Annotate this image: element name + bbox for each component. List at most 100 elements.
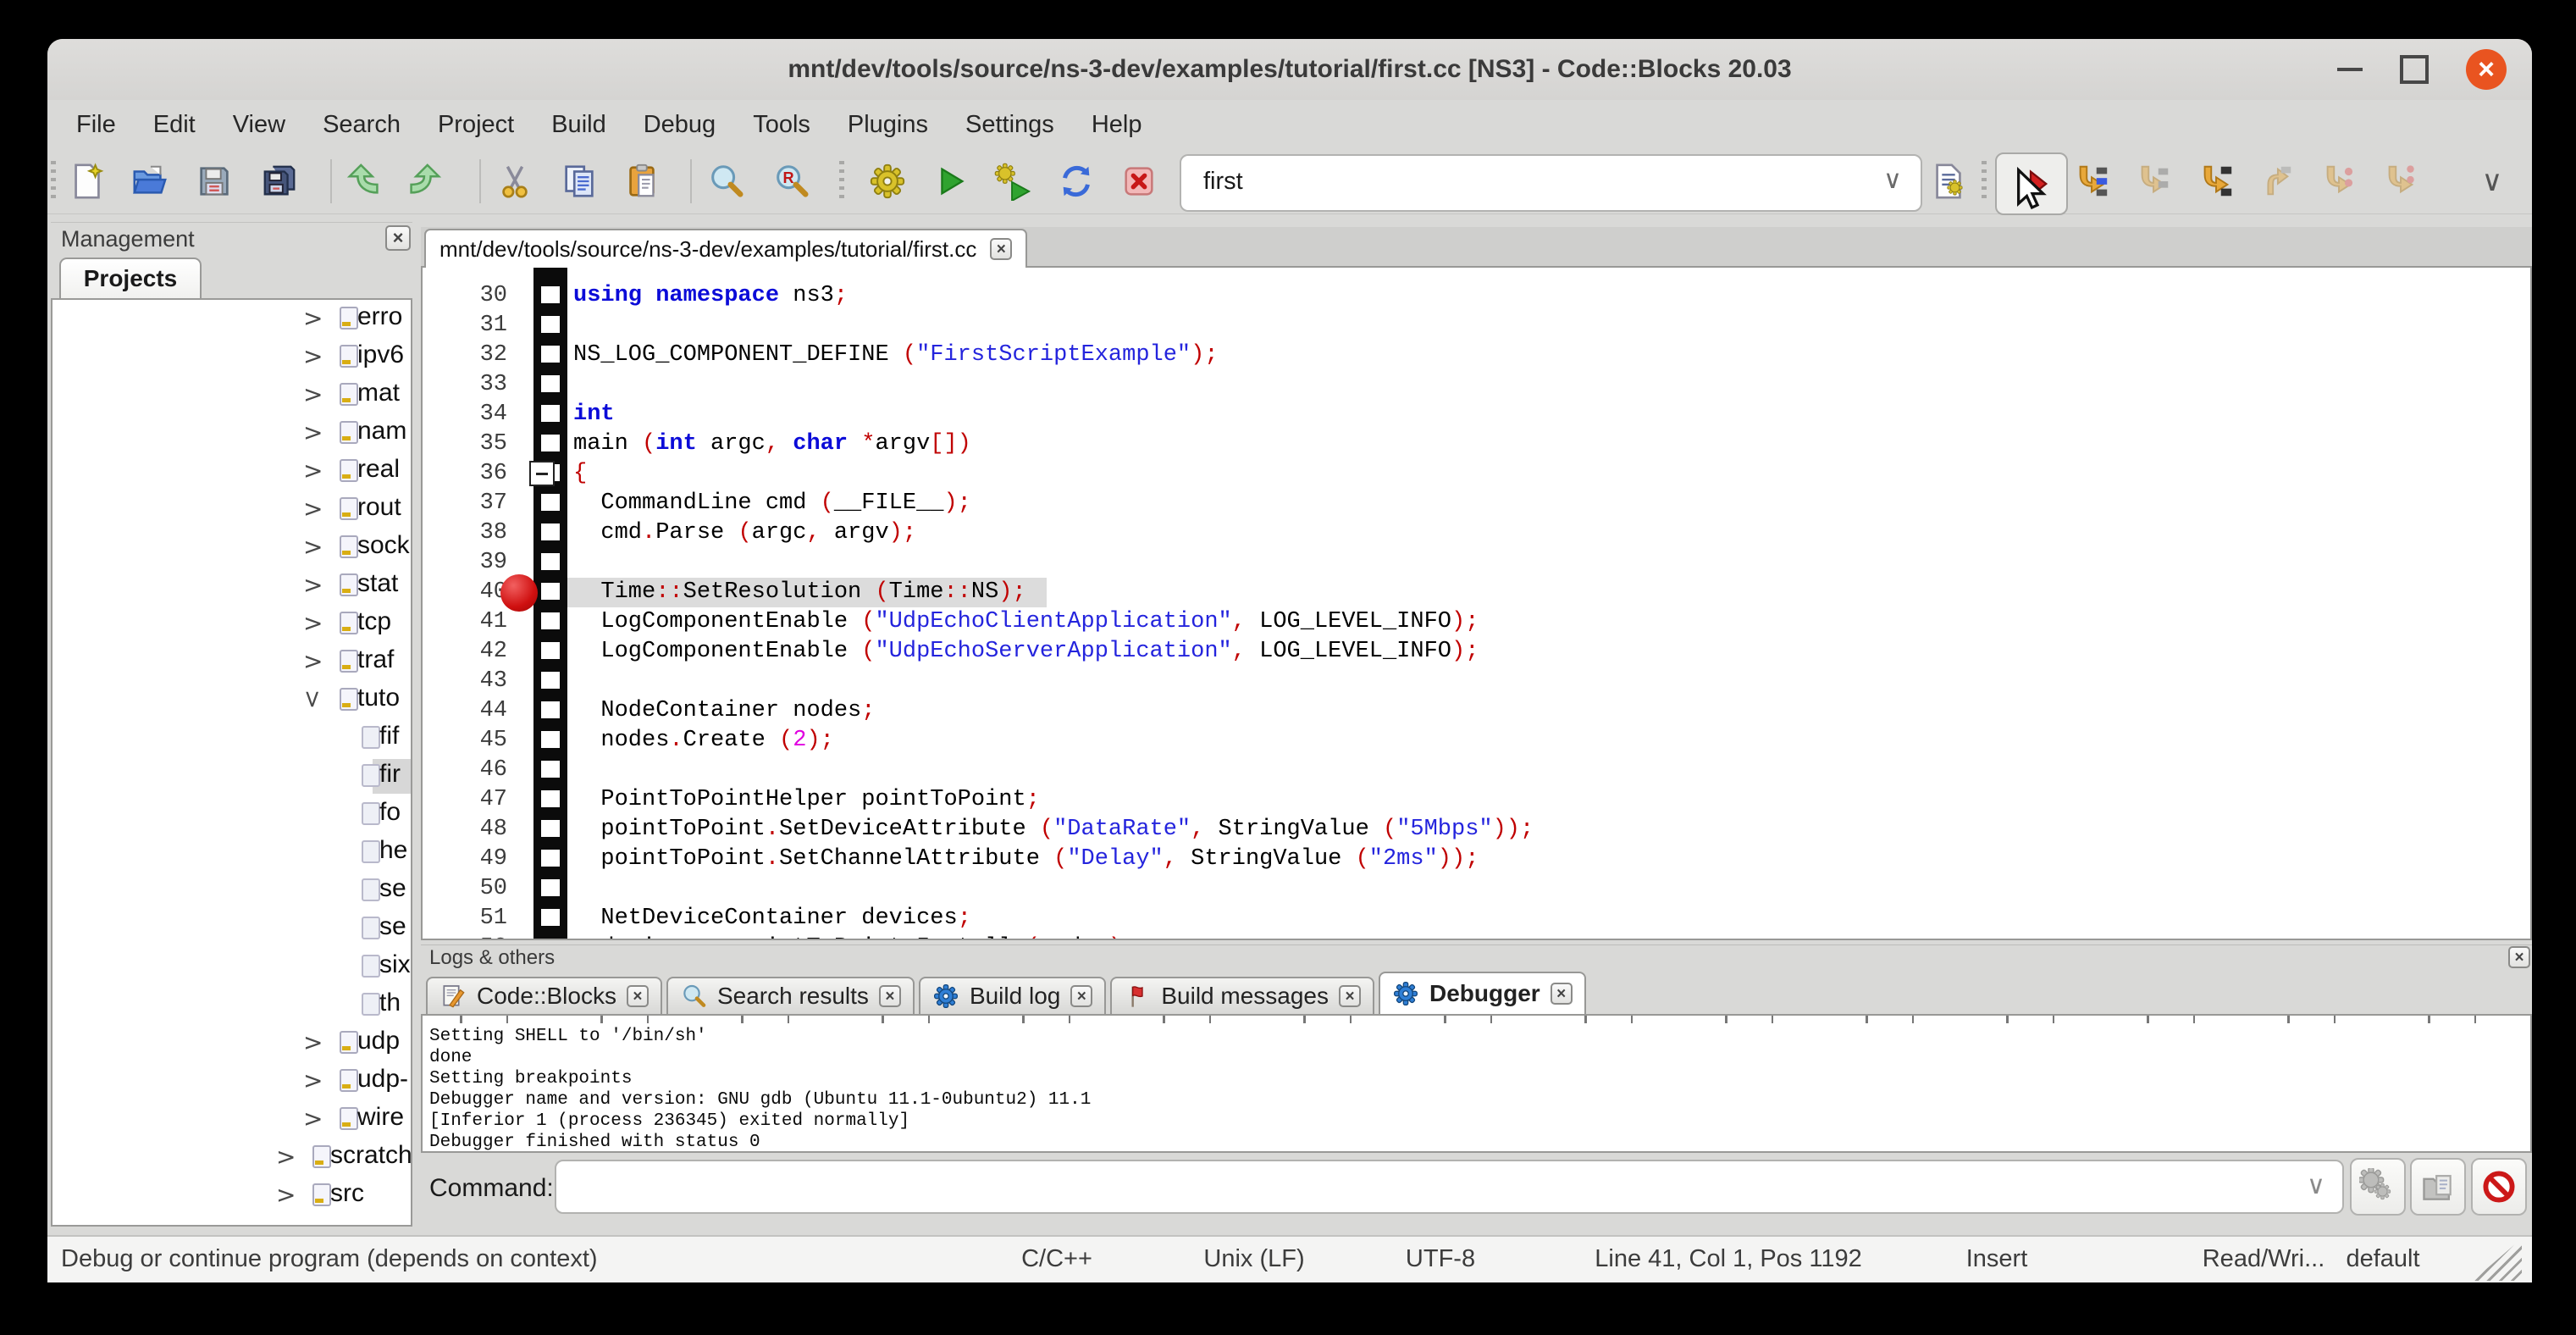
run-to-cursor-button[interactable]: [2068, 156, 2115, 207]
copy-log-button[interactable]: [2410, 1158, 2466, 1216]
line-number[interactable]: 39: [431, 548, 507, 578]
log-tab-close-button[interactable]: ×: [627, 985, 649, 1007]
breakpoint-marker[interactable]: [500, 574, 538, 612]
chevron-collapsed-icon[interactable]: >: [303, 380, 323, 408]
tree-item-traf[interactable]: >traf: [53, 643, 411, 681]
abort-button[interactable]: [1115, 156, 1163, 207]
step-into-button[interactable]: [2192, 156, 2240, 207]
fold-collapse-icon[interactable]: [529, 461, 555, 486]
line-number[interactable]: 34: [431, 400, 507, 429]
tree-item-stat[interactable]: >stat: [53, 567, 411, 605]
menu-build[interactable]: Build: [533, 108, 625, 142]
chevron-collapsed-icon[interactable]: >: [276, 1181, 296, 1209]
log-tab-build-log[interactable]: Build log×: [919, 977, 1106, 1014]
tree-item-mat[interactable]: >mat: [53, 376, 411, 414]
fold-margin[interactable]: [533, 268, 567, 939]
chevron-collapsed-icon[interactable]: >: [303, 533, 323, 561]
toolbar-overflow-button[interactable]: ∨: [2468, 156, 2516, 207]
code-line-30[interactable]: using namespace ns3;: [573, 281, 848, 311]
code-line-38[interactable]: cmd.Parse (argc, argv);: [573, 518, 916, 548]
line-number[interactable]: 49: [431, 845, 507, 874]
code-line-42[interactable]: LogComponentEnable ("UdpEchoServerApplic…: [573, 637, 1479, 667]
line-number[interactable]: 38: [431, 518, 507, 548]
code-area[interactable]: 30using namespace ns3;3132NS_LOG_COMPONE…: [421, 266, 2532, 940]
chevron-collapsed-icon[interactable]: >: [303, 647, 323, 675]
tree-item-src[interactable]: >src: [53, 1177, 411, 1215]
chevron-collapsed-icon[interactable]: >: [303, 418, 323, 446]
line-number[interactable]: 35: [431, 429, 507, 459]
log-tab-debugger[interactable]: Debugger×: [1379, 972, 1586, 1014]
code-line-36[interactable]: {: [573, 459, 587, 489]
open-file-button[interactable]: [125, 156, 173, 207]
line-number[interactable]: 36: [431, 459, 507, 489]
tree-item-fif[interactable]: fif: [53, 719, 411, 757]
tree-item-udp-[interactable]: >udp-: [53, 1062, 411, 1100]
stop-debugger-button[interactable]: [2471, 1158, 2527, 1216]
tree-item-wire[interactable]: >wire: [53, 1100, 411, 1138]
menu-tools[interactable]: Tools: [734, 108, 829, 142]
code-line-35[interactable]: main (int argc, char *argv[]): [573, 429, 971, 459]
menu-view[interactable]: View: [214, 108, 304, 142]
code-line-49[interactable]: pointToPoint.SetChannelAttribute ("Delay…: [573, 845, 1479, 874]
tree-item-ipv6[interactable]: >ipv6: [53, 338, 411, 376]
tree-item-sock[interactable]: >sock: [53, 529, 411, 567]
chevron-collapsed-icon[interactable]: >: [303, 1028, 323, 1056]
tree-item-six[interactable]: six: [53, 948, 411, 986]
chevron-collapsed-icon[interactable]: >: [303, 571, 323, 599]
menu-project[interactable]: Project: [419, 108, 533, 142]
code-line-45[interactable]: nodes.Create (2);: [573, 726, 834, 756]
line-number[interactable]: 47: [431, 785, 507, 815]
line-number[interactable]: 51: [431, 904, 507, 933]
tree-item-scratch[interactable]: >scratch: [53, 1138, 411, 1177]
line-number[interactable]: 52: [431, 933, 507, 940]
line-number[interactable]: 46: [431, 756, 507, 785]
next-line-button[interactable]: [2130, 156, 2177, 207]
build-button[interactable]: [864, 156, 911, 207]
tree-item-nam[interactable]: >nam: [53, 414, 411, 452]
debug-continue-button[interactable]: [1995, 152, 2068, 215]
log-tab-close-button[interactable]: ×: [1339, 985, 1361, 1007]
minimize-button[interactable]: [2337, 68, 2363, 71]
toolbar-grip[interactable]: [1982, 161, 1987, 202]
tree-item-se[interactable]: se: [53, 872, 411, 910]
resize-grip[interactable]: [2473, 1238, 2522, 1281]
line-number[interactable]: 37: [431, 489, 507, 518]
line-number[interactable]: 45: [431, 726, 507, 756]
chevron-collapsed-icon[interactable]: >: [276, 1143, 296, 1171]
log-tab-close-button[interactable]: ×: [1070, 985, 1092, 1007]
code-line-37[interactable]: CommandLine cmd (__FILE__);: [573, 489, 971, 518]
code-line-32[interactable]: NS_LOG_COMPONENT_DEFINE ("FirstScriptExa…: [573, 341, 1219, 370]
code-line-34[interactable]: int: [573, 400, 615, 429]
line-number[interactable]: 43: [431, 667, 507, 696]
line-number[interactable]: 40: [431, 578, 507, 607]
line-number[interactable]: 50: [431, 874, 507, 904]
tree-item-th[interactable]: th: [53, 986, 411, 1024]
code-line-40[interactable]: Time::SetResolution (Time::NS);: [573, 578, 1026, 607]
build-target-options-button[interactable]: [1925, 156, 1972, 207]
code-line-52[interactable]: devices = pointToPoint.Install (nodes);: [573, 933, 1136, 940]
tree-item-se[interactable]: se: [53, 910, 411, 948]
editor-tab[interactable]: mnt/dev/tools/source/ns-3-dev/examples/t…: [424, 229, 1027, 268]
menu-help[interactable]: Help: [1073, 108, 1161, 142]
tree-item-he[interactable]: he: [53, 834, 411, 872]
menu-debug[interactable]: Debug: [625, 108, 734, 142]
save-file-button[interactable]: [191, 156, 238, 207]
find-button[interactable]: [702, 156, 749, 207]
toolbar-grip[interactable]: [51, 161, 56, 202]
undo-button[interactable]: [342, 156, 390, 207]
management-close-button[interactable]: ×: [385, 225, 411, 251]
menu-settings[interactable]: Settings: [947, 108, 1073, 142]
log-tab-close-button[interactable]: ×: [1551, 983, 1573, 1005]
logs-close-button[interactable]: ×: [2508, 946, 2530, 968]
chevron-collapsed-icon[interactable]: >: [303, 304, 323, 332]
command-input[interactable]: ∨: [555, 1160, 2344, 1214]
tree-item-erro[interactable]: >erro: [53, 300, 411, 338]
chevron-collapsed-icon[interactable]: >: [303, 1105, 323, 1133]
title-bar[interactable]: mnt/dev/tools/source/ns-3-dev/examples/t…: [47, 39, 2532, 100]
toolbar-grip[interactable]: [839, 161, 844, 202]
line-number[interactable]: 31: [431, 311, 507, 341]
tree-item-real[interactable]: >real: [53, 452, 411, 490]
tree-item-tcp[interactable]: >tcp: [53, 605, 411, 643]
build-and-run-button[interactable]: [989, 156, 1036, 207]
line-number[interactable]: 30: [431, 281, 507, 311]
